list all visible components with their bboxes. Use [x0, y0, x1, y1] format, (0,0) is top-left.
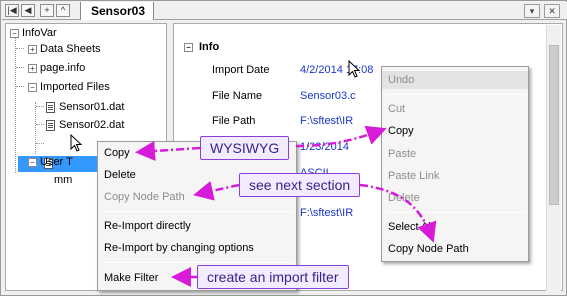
prop-value-date[interactable]: 1/23/2014: [300, 141, 349, 153]
section-title: Info: [199, 41, 220, 53]
prev-tab-button[interactable]: ◀: [21, 4, 35, 17]
tree-item-mm[interactable]: mm: [54, 172, 72, 189]
tree-connector: [36, 106, 44, 107]
up-tab-button[interactable]: ^: [56, 4, 70, 17]
tree-connector: [35, 102, 36, 154]
file-icon: [46, 119, 55, 131]
menu-item-delete-text[interactable]: Delete: [382, 189, 528, 207]
prop-value-path[interactable]: F:\sftest\IR: [300, 207, 353, 219]
tree-item-sensor02[interactable]: Sensor02.dat: [46, 117, 124, 134]
prop-label-file-path: File Path: [212, 115, 256, 127]
menu-item-cut[interactable]: Cut: [382, 100, 528, 118]
collapse-icon[interactable]: −: [10, 28, 19, 38]
tree-item-label: InfoVar: [22, 27, 57, 39]
tree-item-root[interactable]: − InfoVar: [10, 25, 57, 42]
menu-separator: [101, 262, 293, 263]
collapse-icon[interactable]: −: [28, 82, 37, 92]
tree-item-label: Imported Files: [40, 81, 110, 93]
vertical-scrollbar[interactable]: [546, 25, 561, 291]
tree-item-label: Sensor02.dat: [59, 119, 125, 131]
tab-sensor03[interactable]: Sensor03: [80, 2, 155, 20]
dropdown-button[interactable]: ▾: [524, 4, 540, 18]
collapse-icon[interactable]: −: [28, 157, 37, 167]
tree-item-label: Data Sheets: [40, 43, 101, 55]
scroll-thumb[interactable]: [549, 45, 559, 205]
tree-connector: [36, 143, 44, 144]
tree-item-data-sheets[interactable]: + Data Sheets: [28, 41, 101, 58]
menu-item-copy-node-path-text[interactable]: Copy Node Path: [382, 240, 528, 258]
tree-connector: [16, 86, 24, 87]
tree-item-label: mm: [54, 174, 73, 186]
tree-item-user-tree[interactable]: − User T: [28, 154, 73, 171]
add-tab-button[interactable]: +: [40, 4, 54, 17]
mouse-cursor-icon: [348, 60, 360, 78]
expand-icon[interactable]: +: [28, 63, 37, 73]
menu-item-select-all[interactable]: Select All: [382, 218, 528, 236]
callout-wysiwyg: WYSIWYG: [200, 136, 290, 160]
text-context-menu: Undo Cut Copy Paste Paste Link Delete Se…: [381, 66, 529, 262]
first-tab-button[interactable]: |◀: [5, 4, 19, 17]
menu-separator: [101, 211, 293, 212]
tab-strip: |◀ ◀ + ^ Sensor03 ▾ ✕: [2, 2, 567, 20]
prop-label-file-name: File Name: [212, 90, 263, 102]
tree-item-label: page.info: [40, 62, 86, 74]
file-icon: [46, 101, 55, 113]
tree-connector: [16, 67, 24, 68]
expand-icon[interactable]: +: [28, 44, 37, 54]
close-button[interactable]: ✕: [544, 4, 560, 18]
prop-value-file-path[interactable]: F:\sftest\IR: [300, 115, 353, 127]
tree-item-label: Sensor01.dat: [59, 101, 125, 113]
menu-item-reimport-directly[interactable]: Re-Import directly: [98, 217, 296, 235]
menu-item-paste[interactable]: Paste: [382, 145, 528, 163]
tree-item-sensor01[interactable]: Sensor01.dat: [46, 99, 124, 116]
menu-item-reimport-options[interactable]: Re-Import by changing options: [98, 239, 296, 257]
menu-item-undo[interactable]: Undo: [382, 71, 528, 89]
prop-label-import-date: Import Date: [212, 64, 270, 76]
tree-item-imported-files[interactable]: − Imported Files: [28, 79, 110, 96]
tree-connector: [16, 48, 24, 49]
callout-see-next-section: see next section: [239, 173, 361, 197]
menu-separator: [385, 94, 525, 95]
prop-value-import-date[interactable]: 4/2/2014 17:08: [300, 64, 373, 76]
tree-item-label: User T: [40, 156, 73, 168]
tree-connector: [15, 38, 16, 173]
menu-item-copy-text[interactable]: Copy: [382, 122, 528, 140]
mouse-cursor-icon: [70, 134, 82, 152]
menu-separator: [385, 212, 525, 213]
tree-item-page-info[interactable]: + page.info: [28, 60, 85, 77]
tree-connector: [36, 124, 44, 125]
menu-item-paste-link[interactable]: Paste Link: [382, 167, 528, 185]
callout-import-filter: create an import filter: [197, 265, 349, 289]
collapse-icon[interactable]: −: [184, 42, 193, 52]
prop-value-file-name[interactable]: Sensor03.c: [300, 90, 356, 102]
info-section-header[interactable]: − Info: [184, 41, 219, 53]
